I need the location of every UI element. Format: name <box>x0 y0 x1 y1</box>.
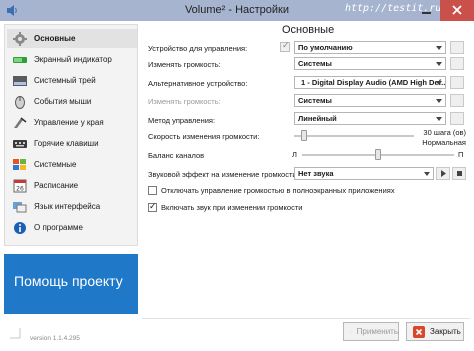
chevron-down-icon <box>436 81 442 85</box>
sidebar-item-label: События мыши <box>34 97 92 106</box>
sidebar-item-label: Расписание <box>34 181 79 190</box>
language-icon <box>12 200 28 214</box>
rate-value-speed: Нормальная <box>422 138 466 147</box>
method-extra-button[interactable] <box>450 112 464 125</box>
fullscreen-disable-checkbox[interactable]: Отключать управление громкостью в полноэ… <box>148 186 395 195</box>
device-select-value: По умолчанию <box>298 43 353 52</box>
info-icon <box>12 221 28 235</box>
device-label: Устройство для управления: <box>148 44 248 53</box>
alt-change-volume-label: Изменять громкость: <box>148 97 221 106</box>
rate-slider-track[interactable] <box>294 135 414 137</box>
sidebar-item-about[interactable]: О программе <box>7 218 137 237</box>
alt-change-volume-extra-button[interactable] <box>450 94 464 107</box>
sidebar-item-edge[interactable]: Управление у края <box>7 113 137 132</box>
mouse-events-icon <box>12 95 28 109</box>
system-tray-icon <box>12 74 28 88</box>
chevron-down-icon <box>424 172 430 176</box>
close-button[interactable]: Закрыть <box>406 322 464 341</box>
change-volume-value: Системы <box>298 59 332 68</box>
sidebar-item-label: Экранный индикатор <box>34 55 112 64</box>
change-volume-extra-button[interactable] <box>450 57 464 70</box>
alt-device-extra-button[interactable] <box>450 76 464 89</box>
sidebar-item-schedule[interactable]: 26 Расписание <box>7 176 137 195</box>
hotkeys-icon <box>12 137 28 151</box>
checkbox-box[interactable] <box>148 201 157 212</box>
sidebar-item-hotkeys[interactable]: Горячие клавиши <box>7 134 137 153</box>
stop-icon <box>457 171 462 176</box>
sidebar-item-label: Язык интерфейса <box>34 202 101 211</box>
sound-effect-select[interactable]: Нет звука <box>294 167 434 180</box>
alt-device-select[interactable]: 1 - Digital Display Audio (AMD High Def.… <box>294 76 446 89</box>
sidebar-item-system[interactable]: Системные <box>7 155 137 174</box>
balance-right-label: П <box>458 150 464 159</box>
rate-slider-thumb[interactable] <box>300 130 307 141</box>
apply-label: Применить <box>356 327 398 336</box>
general-settings-icon <box>12 31 28 46</box>
sound-play-button[interactable] <box>436 167 450 180</box>
sound-effect-label: Звуковой эффект на изменение громкости: <box>148 170 299 179</box>
svg-text:26: 26 <box>16 185 24 192</box>
close-icon <box>452 5 462 15</box>
chevron-down-icon <box>436 99 442 103</box>
alt-device-label: Альтернативное устройство: <box>148 79 248 88</box>
sidebar-item-language[interactable]: Язык интерфейса <box>7 197 137 216</box>
rate-label: Скорость изменения громкости: <box>148 132 260 141</box>
method-value: Линейный <box>298 114 337 123</box>
sidebar-item-label: Основные <box>34 34 76 43</box>
unmute-on-change-label: Включать звук при изменении громкости <box>161 203 303 212</box>
main-panel: Основные Устройство для управления: По у… <box>142 24 470 314</box>
window-close-button[interactable] <box>440 0 474 21</box>
change-volume-select[interactable]: Системы <box>294 57 446 70</box>
sidebar-item-general[interactable]: Основные <box>7 29 137 48</box>
settings-sidebar: Основные Экранный индикатор Системный тр… <box>4 24 138 246</box>
edge-control-icon <box>12 116 28 130</box>
device-extra-button[interactable] <box>450 41 464 54</box>
chevron-down-icon <box>436 46 442 50</box>
balance-label: Баланс каналов <box>148 151 205 160</box>
system-icon <box>12 158 28 172</box>
sidebar-item-tray[interactable]: Системный трей <box>7 71 137 90</box>
sidebar-item-label: Управление у края <box>34 118 104 127</box>
minimize-button[interactable] <box>414 0 438 21</box>
rate-value-steps: 30 шага (ов) <box>423 128 466 137</box>
alt-change-volume-value: Системы <box>298 96 332 105</box>
version-label: version 1.1.4.295 <box>30 335 80 342</box>
device-lock-toggle[interactable] <box>280 40 290 52</box>
title-bar: Volume² - Настройки http://testit.ru <box>0 0 474 21</box>
close-x-icon <box>413 325 425 338</box>
change-volume-label: Изменять громкость: <box>148 60 221 69</box>
sound-effect-value: Нет звука <box>298 169 334 178</box>
method-select[interactable]: Линейный <box>294 112 446 125</box>
checkbox-box[interactable] <box>148 186 157 195</box>
donate-label: Помощь проекту <box>14 273 123 289</box>
osd-indicator-icon <box>12 53 28 67</box>
alt-device-value: 1 - Digital Display Audio (AMD High Def.… <box>301 78 446 87</box>
resize-grip-icon[interactable] <box>8 326 22 340</box>
unmute-on-change-checkbox[interactable]: Включать звук при изменении громкости <box>148 201 303 212</box>
method-label: Метод управления: <box>148 116 216 125</box>
alt-change-volume-select[interactable]: Системы <box>294 94 446 107</box>
close-label: Закрыть <box>430 327 461 336</box>
fullscreen-disable-label: Отключать управление громкостью в полноэ… <box>161 186 395 195</box>
play-icon <box>441 170 446 177</box>
device-select[interactable]: По умолчанию <box>294 41 446 54</box>
sidebar-item-label: О программе <box>34 223 83 232</box>
balance-slider-thumb[interactable] <box>375 149 381 160</box>
sidebar-item-osd[interactable]: Экранный индикатор <box>7 50 137 69</box>
calendar-icon: 26 <box>12 179 28 193</box>
chevron-down-icon <box>436 117 442 121</box>
balance-left-label: Л <box>292 150 297 159</box>
sidebar-item-label: Системные <box>34 160 77 169</box>
chevron-down-icon <box>436 62 442 66</box>
apply-button[interactable]: Применить <box>343 322 399 341</box>
page-title: Основные <box>282 24 335 36</box>
donate-banner[interactable]: Помощь проекту <box>4 254 138 314</box>
sidebar-item-label: Горячие клавиши <box>34 139 99 148</box>
checkmark-icon <box>350 331 352 333</box>
sidebar-item-mouse[interactable]: События мыши <box>7 92 137 111</box>
sound-stop-button[interactable] <box>452 167 466 180</box>
sidebar-item-label: Системный трей <box>34 76 96 85</box>
footer-divider <box>142 318 470 319</box>
